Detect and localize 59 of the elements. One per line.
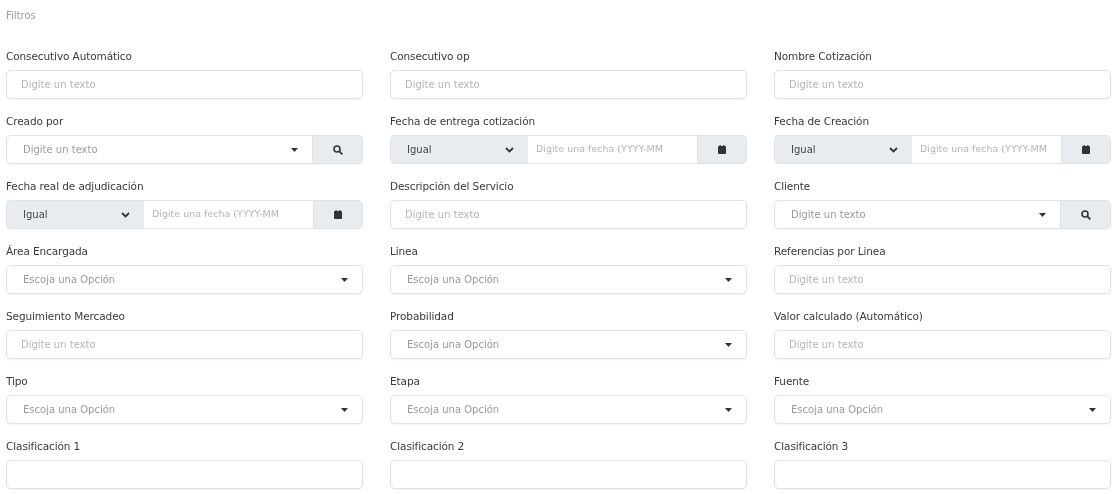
input-field[interactable]	[6, 460, 363, 489]
field-label: Tipo	[6, 374, 29, 389]
text-field[interactable]: Digite un texto	[6, 330, 363, 359]
dropdown-field[interactable]: Escoja una Opción	[6, 395, 363, 424]
chevron-icon	[121, 211, 130, 218]
dropdown-field[interactable]: Escoja una Opción	[390, 395, 747, 424]
dropdown-field[interactable]: Escoja una Opción	[390, 330, 747, 359]
dropdown-field[interactable]: Escoja una Opción	[390, 265, 747, 294]
field-label: Nombre Cotización	[774, 49, 873, 64]
dropdown-field[interactable]: Escoja una Opción	[774, 395, 1111, 424]
caret-icon	[341, 277, 348, 282]
field-label: Clasificación 2	[390, 439, 466, 454]
text-field[interactable]: Digite un texto	[390, 70, 747, 99]
chevron-icon	[889, 146, 898, 153]
calendar-icon	[1082, 145, 1090, 154]
calendar-icon	[334, 210, 342, 219]
field-label: Clasificación 1	[6, 439, 82, 454]
field-label: Área Encargada	[6, 244, 89, 259]
section-title: Filtros	[6, 9, 37, 23]
dropdown-field[interactable]: Escoja una Opción	[6, 265, 363, 294]
caret-icon	[341, 407, 348, 412]
caret-icon	[725, 407, 732, 412]
calendar-button[interactable]	[313, 200, 363, 229]
operator-dropdown[interactable]: Igual	[774, 135, 912, 164]
field-label: Valor calculado (Automático)	[774, 309, 924, 324]
field-label: Cliente	[774, 179, 812, 194]
text-field[interactable]: Digite un texto	[774, 330, 1111, 359]
operator-dropdown[interactable]: Igual	[6, 200, 144, 229]
caret-icon	[725, 342, 732, 347]
caret-icon	[725, 277, 732, 282]
calendar-button[interactable]	[1061, 135, 1111, 164]
text-field[interactable]: Digite un texto	[774, 265, 1111, 294]
field-label: Fecha de Creación	[774, 114, 870, 129]
date-field[interactable]: Digite una fecha (YYYY-MM	[912, 135, 1061, 164]
field-label: Consecutivo Automático	[6, 49, 133, 64]
field-label: Creado por	[6, 114, 65, 129]
text-field[interactable]: Digite un texto	[774, 70, 1111, 99]
field-label: Fuente	[774, 374, 811, 389]
field-label: Consecutivo op	[390, 49, 471, 64]
text-field[interactable]: Digite un texto	[390, 200, 747, 229]
calendar-button[interactable]	[697, 135, 747, 164]
field-label: Clasificación 3	[774, 439, 850, 454]
caret-icon	[1089, 407, 1096, 412]
input-field[interactable]	[390, 460, 747, 489]
text-field[interactable]: Digite un texto	[6, 70, 363, 99]
calendar-icon	[718, 145, 726, 154]
field-label: Etapa	[390, 374, 421, 389]
field-label: Probabilidad	[390, 309, 455, 324]
field-label: Linea	[390, 244, 419, 259]
operator-dropdown[interactable]: Igual	[390, 135, 528, 164]
date-field[interactable]: Digite una fecha (YYYY-MM	[144, 200, 313, 229]
field-label: Seguimiento Mercadeo	[6, 309, 126, 324]
field-label: Descripción del Servicio	[390, 179, 515, 194]
chevron-icon	[505, 146, 514, 153]
field-label: Referencias por Linea	[774, 244, 887, 259]
field-label: Fecha real de adjudicación	[6, 179, 145, 194]
input-field[interactable]	[774, 460, 1111, 489]
date-field[interactable]: Digite una fecha (YYYY-MM	[528, 135, 697, 164]
field-label: Fecha de entrega cotización	[390, 114, 537, 129]
